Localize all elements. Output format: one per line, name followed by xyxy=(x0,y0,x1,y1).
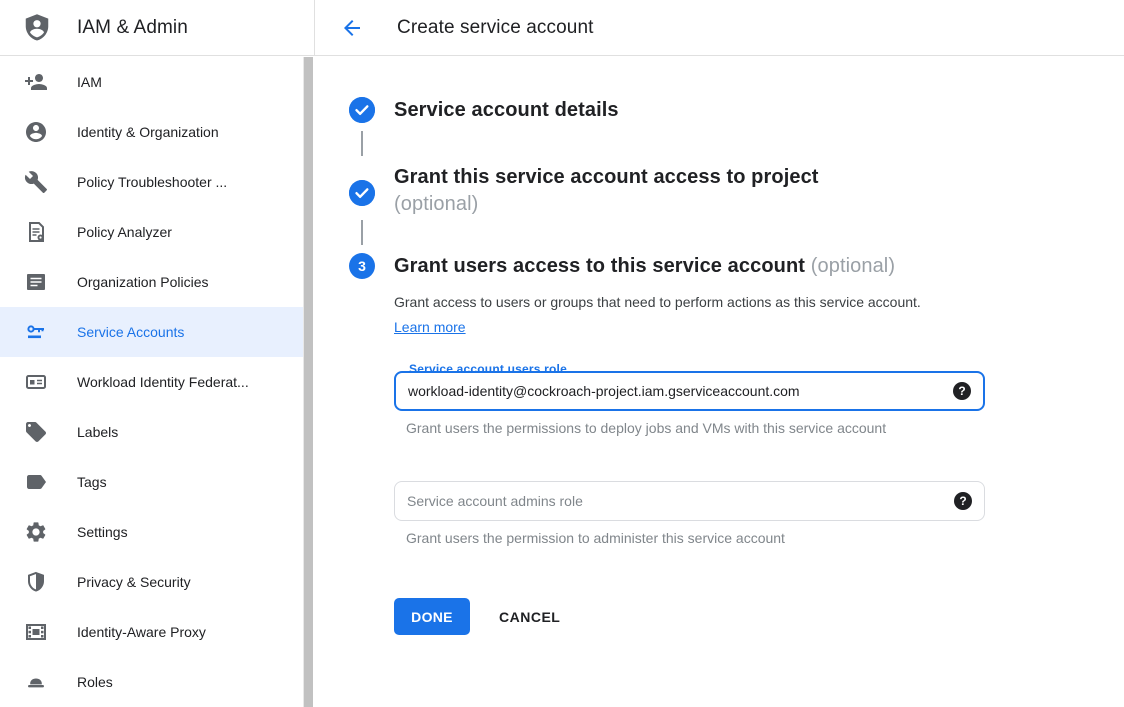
sidebar-item-service-accounts[interactable]: Service Accounts xyxy=(0,307,303,357)
back-arrow-icon[interactable] xyxy=(340,16,364,40)
sidebar-nav: IAM Identity & Organization Policy Trouble… xyxy=(0,57,303,707)
sidebar-item-label: Identity & Organization xyxy=(77,124,219,140)
step-2-indicator xyxy=(349,164,375,253)
hat-icon xyxy=(24,670,48,694)
check-circle-icon xyxy=(349,97,375,123)
admins-role-helper: Grant users the permission to administer… xyxy=(406,530,985,546)
label-tag-icon xyxy=(24,420,48,444)
main-header: Create service account xyxy=(315,0,1124,56)
users-role-box: ? xyxy=(394,371,985,411)
step-connector xyxy=(361,220,363,245)
sidebar-item-settings[interactable]: Settings xyxy=(0,507,303,557)
done-button[interactable]: DONE xyxy=(394,598,470,635)
users-role-field: Service account users role ? Grant users… xyxy=(394,371,985,436)
sidebar-item-identity-aware-proxy[interactable]: Identity-Aware Proxy xyxy=(0,607,303,657)
sidebar-item-privacy-security[interactable]: Privacy & Security xyxy=(0,557,303,607)
step-2: Grant this service account access to pro… xyxy=(349,164,1124,253)
main-panel: Create service account Service account d… xyxy=(315,0,1124,707)
step-3-title: Grant users access to this service accou… xyxy=(394,253,985,280)
shield-half-icon xyxy=(24,570,48,594)
sidebar-item-label: IAM xyxy=(77,74,102,90)
sidebar-item-label: Labels xyxy=(77,424,118,440)
sidebar: IAM & Admin IAM Identity & Organization Po… xyxy=(0,0,315,707)
users-role-input[interactable] xyxy=(396,373,953,409)
form-actions: DONE CANCEL xyxy=(394,598,985,635)
users-role-helper: Grant users the permissions to deploy jo… xyxy=(406,420,985,436)
check-circle-icon xyxy=(349,180,375,206)
step-3: 3 Grant users access to this service acc… xyxy=(349,253,1124,635)
product-title: IAM & Admin xyxy=(77,17,188,39)
sidebar-item-workload-identity-federation[interactable]: Workload Identity Federat... xyxy=(0,357,303,407)
wrench-icon xyxy=(24,170,48,194)
step-3-indicator: 3 xyxy=(349,253,375,635)
sidebar-header: IAM & Admin xyxy=(0,0,315,56)
sidebar-item-label: Privacy & Security xyxy=(77,574,191,590)
help-icon[interactable]: ? xyxy=(954,492,972,510)
sidebar-item-organization-policies[interactable]: Organization Policies xyxy=(0,257,303,307)
sidebar-item-label: Service Accounts xyxy=(77,324,184,340)
step-connector xyxy=(361,131,363,156)
policy-analyzer-icon xyxy=(24,220,48,244)
step-3-optional: (optional) xyxy=(811,255,895,277)
gear-icon xyxy=(24,520,48,544)
iam-admin-shield-icon xyxy=(22,11,52,45)
step-2-optional: (optional) xyxy=(394,191,819,218)
sidebar-item-policy-troubleshooter[interactable]: Policy Troubleshooter ... xyxy=(0,157,303,207)
proxy-icon xyxy=(24,620,48,644)
sidebar-item-roles[interactable]: Roles xyxy=(0,657,303,707)
app-window: IAM & Admin IAM Identity & Organization Po… xyxy=(0,0,1124,707)
badge-icon xyxy=(24,370,48,394)
step-2-title: Grant this service account access to pro… xyxy=(394,164,819,191)
account-circle-icon xyxy=(24,120,48,144)
sidebar-item-label: Policy Troubleshooter ... xyxy=(77,174,227,190)
step-1: Service account details xyxy=(349,97,1124,164)
sidebar-item-label: Settings xyxy=(77,524,128,540)
sidebar-item-policy-analyzer[interactable]: Policy Analyzer xyxy=(0,207,303,257)
admins-role-box: ? xyxy=(394,481,985,521)
sidebar-item-label: Workload Identity Federat... xyxy=(77,374,249,390)
step-3-number-badge: 3 xyxy=(349,253,375,279)
person-add-icon xyxy=(24,70,48,94)
service-account-icon xyxy=(24,320,48,344)
page-title: Create service account xyxy=(397,17,594,39)
create-sa-form: Service account details Grant this servi… xyxy=(315,56,1124,635)
admins-role-input[interactable] xyxy=(395,482,954,520)
sidebar-item-tags[interactable]: Tags xyxy=(0,457,303,507)
article-icon xyxy=(24,270,48,294)
sidebar-item-label: Identity-Aware Proxy xyxy=(77,624,206,640)
admins-role-field: ? Grant users the permission to administ… xyxy=(394,481,985,546)
step-3-description: Grant access to users or groups that nee… xyxy=(394,290,952,340)
sidebar-item-labels[interactable]: Labels xyxy=(0,407,303,457)
sidebar-item-iam[interactable]: IAM xyxy=(0,57,303,107)
sidebar-item-label: Roles xyxy=(77,674,113,690)
sidebar-item-identity-organization[interactable]: Identity & Organization xyxy=(0,107,303,157)
sidebar-scrollbar[interactable] xyxy=(303,57,313,707)
help-icon[interactable]: ? xyxy=(953,382,971,400)
step-1-title: Service account details xyxy=(394,97,619,124)
tag-arrow-icon xyxy=(24,470,48,494)
sidebar-item-label: Tags xyxy=(77,474,107,490)
sidebar-item-label: Organization Policies xyxy=(77,274,209,290)
step-1-indicator xyxy=(349,97,375,164)
learn-more-link[interactable]: Learn more xyxy=(394,319,466,335)
sidebar-item-label: Policy Analyzer xyxy=(77,224,172,240)
cancel-button[interactable]: CANCEL xyxy=(499,609,560,625)
